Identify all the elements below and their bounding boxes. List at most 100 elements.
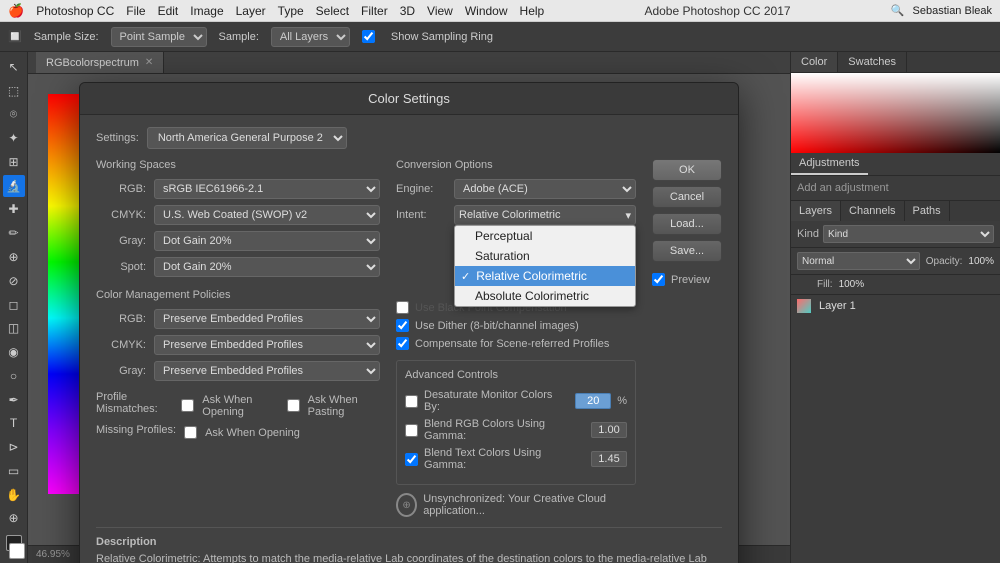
history-tool[interactable]: ⊘ <box>3 270 25 292</box>
dialog-overlay: Color Settings Settings: North America G… <box>28 52 790 563</box>
menu-file[interactable]: File <box>126 4 145 18</box>
select-tool[interactable]: ⬚ <box>3 80 25 102</box>
cm-gray-select[interactable]: Preserve Embedded Profiles <box>154 361 380 381</box>
layer-name[interactable]: Layer 1 <box>819 300 856 312</box>
use-dither-checkbox[interactable] <box>396 319 409 332</box>
intent-option-perceptual[interactable]: Perceptual <box>455 226 635 246</box>
eyedropper-tool[interactable]: 🔬 <box>3 175 25 197</box>
desaturate-label: Desaturate Monitor Colors By: <box>424 389 569 413</box>
pen-tool[interactable]: ✒ <box>3 389 25 411</box>
dialog-body: Settings: North America General Purpose … <box>80 115 738 563</box>
preview-checkbox[interactable] <box>652 273 665 286</box>
ok-button[interactable]: OK <box>652 159 722 181</box>
move-tool[interactable]: ↖ <box>3 56 25 78</box>
brush-tool[interactable]: ✏ <box>3 222 25 244</box>
channels-tab[interactable]: Channels <box>841 201 904 221</box>
fill-label: Fill: <box>817 279 833 290</box>
ask-opening-checkbox-mismatch[interactable] <box>181 399 194 412</box>
menu-photoshop[interactable]: Photoshop CC <box>36 4 114 18</box>
compensate-checkbox[interactable] <box>396 337 409 350</box>
cm-gray-row: Gray: Preserve Embedded Profiles <box>96 361 380 381</box>
text-tool[interactable]: T <box>3 412 25 434</box>
menu-view[interactable]: View <box>427 4 453 18</box>
show-sampling-label: Show Sampling Ring <box>391 31 493 43</box>
menu-type[interactable]: Type <box>278 4 304 18</box>
intent-select-display[interactable]: Relative Colorimetric ▾ <box>454 205 636 225</box>
crop-tool[interactable]: ⊞ <box>3 151 25 173</box>
engine-select[interactable]: Adobe (ACE) <box>454 179 636 199</box>
eyedropper-tool-icon: 🔲 <box>8 30 22 43</box>
ask-opening-checkbox-missing[interactable] <box>184 426 197 439</box>
layer-kind-select[interactable]: Kind <box>823 225 994 243</box>
blend-text-label: Blend Text Colors Using Gamma: <box>424 447 585 471</box>
desaturate-input[interactable]: 20 <box>575 393 611 409</box>
blend-text-checkbox[interactable] <box>405 453 418 466</box>
blend-rgb-checkbox[interactable] <box>405 424 418 437</box>
use-black-point-checkbox[interactable] <box>396 301 409 314</box>
clone-tool[interactable]: ⊕ <box>3 246 25 268</box>
cm-cmyk-select[interactable]: Preserve Embedded Profiles <box>154 335 380 355</box>
settings-select[interactable]: North America General Purpose 2 <box>147 127 347 149</box>
save-button[interactable]: Save... <box>652 240 722 262</box>
color-tab[interactable]: Color <box>791 52 838 72</box>
search-icon[interactable]: 🔍 <box>891 4 905 17</box>
menu-image[interactable]: Image <box>190 4 223 18</box>
blend-rgb-input[interactable]: 1.00 <box>591 422 627 438</box>
menu-edit[interactable]: Edit <box>158 4 179 18</box>
magic-wand-tool[interactable]: ✦ <box>3 127 25 149</box>
cm-rgb-select[interactable]: Preserve Embedded Profiles <box>154 309 380 329</box>
load-button[interactable]: Load... <box>652 213 722 235</box>
ws-spot-select[interactable]: Dot Gain 20% <box>154 257 380 277</box>
ws-gray-select[interactable]: Dot Gain 20% <box>154 231 380 251</box>
sync-icon: ⊕ <box>396 493 417 517</box>
lasso-tool[interactable]: ⌾ <box>3 104 25 126</box>
zoom-tool[interactable]: ⊕ <box>3 508 25 530</box>
path-tool[interactable]: ⊳ <box>3 436 25 458</box>
show-sampling-checkbox[interactable] <box>362 30 375 43</box>
intent-selected-value: Relative Colorimetric <box>459 209 560 221</box>
adjustments-tab[interactable]: Adjustments <box>791 153 868 175</box>
menu-3d[interactable]: 3D <box>400 4 415 18</box>
ws-rgb-select[interactable]: sRGB IEC61966-2.1 <box>154 179 380 199</box>
intent-option-saturation[interactable]: Saturation <box>455 246 635 266</box>
blend-mode-select[interactable]: Normal <box>797 252 920 270</box>
ask-pasting-checkbox[interactable] <box>287 399 300 412</box>
fill-row: Fill: 100% <box>791 275 1000 295</box>
sample-size-select[interactable]: Point Sample <box>111 27 207 47</box>
description-section: Description Relative Colorimetric: Attem… <box>96 527 722 563</box>
color-swatch-area[interactable] <box>791 73 1000 153</box>
menu-window[interactable]: Window <box>465 4 508 18</box>
intent-select-container: Relative Colorimetric ▾ Perceptual <box>454 205 636 225</box>
shape-tool[interactable]: ▭ <box>3 460 25 482</box>
sample-select[interactable]: All Layers <box>271 27 350 47</box>
layers-tab[interactable]: Layers <box>791 201 841 221</box>
preview-row: Preview <box>652 273 722 286</box>
blend-text-input[interactable]: 1.45 <box>591 451 627 467</box>
intent-option-absolute[interactable]: Absolute Colorimetric <box>455 286 635 306</box>
conversion-header: Conversion Options <box>396 159 636 171</box>
desaturate-checkbox[interactable] <box>405 395 418 408</box>
blur-tool[interactable]: ◉ <box>3 341 25 363</box>
opacity-value: 100% <box>968 256 994 267</box>
eraser-tool[interactable]: ◻ <box>3 294 25 316</box>
healing-tool[interactable]: ✚ <box>3 199 25 221</box>
menu-select[interactable]: Select <box>316 4 349 18</box>
swatches-tab[interactable]: Swatches <box>838 52 907 72</box>
intent-option-relative[interactable]: Relative Colorimetric <box>455 266 635 286</box>
menu-filter[interactable]: Filter <box>361 4 388 18</box>
menubar-right: 🔍 Sebastian Bleak <box>891 4 992 17</box>
buttons-column: OK Cancel Load... Save... Preview <box>652 159 722 517</box>
gradient-tool[interactable]: ◫ <box>3 317 25 339</box>
advanced-header: Advanced Controls <box>405 369 627 381</box>
ws-cmyk-select[interactable]: U.S. Web Coated (SWOP) v2 <box>154 205 380 225</box>
hand-tool[interactable]: ✋ <box>3 484 25 506</box>
engine-label: Engine: <box>396 183 446 195</box>
background-color[interactable] <box>9 543 25 559</box>
desaturate-row: Desaturate Monitor Colors By: 20 % <box>405 389 627 413</box>
intent-row: Intent: Relative Colorimetric ▾ <box>396 205 636 225</box>
dodge-tool[interactable]: ○ <box>3 365 25 387</box>
menu-help[interactable]: Help <box>520 4 545 18</box>
paths-tab[interactable]: Paths <box>905 201 950 221</box>
cancel-button[interactable]: Cancel <box>652 186 722 208</box>
menu-layer[interactable]: Layer <box>236 4 266 18</box>
